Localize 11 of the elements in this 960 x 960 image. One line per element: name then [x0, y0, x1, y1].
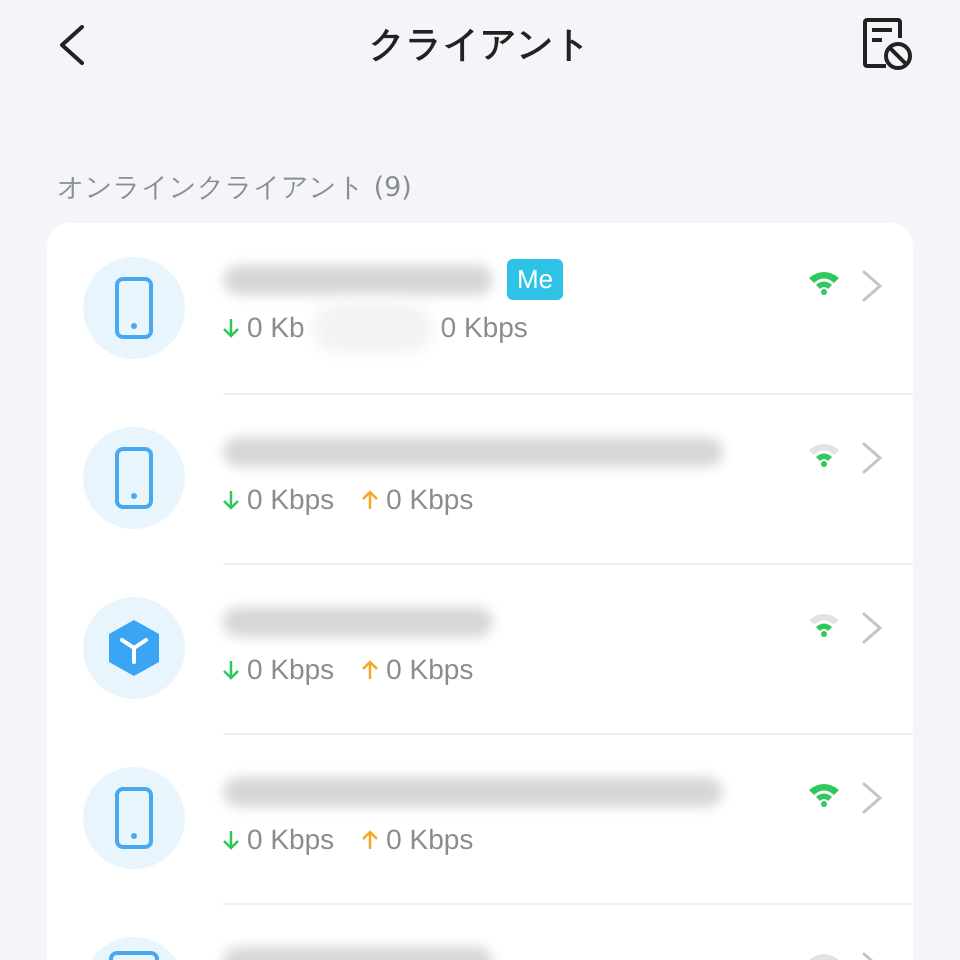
upload-speed: 0 Kbps	[440, 310, 528, 345]
page-title: クライアント	[369, 23, 591, 67]
download-speed: 0 Kbps	[247, 652, 334, 687]
download-speed: 0 Kbps	[247, 822, 334, 857]
upload-speed: 0 Kbps	[386, 482, 474, 517]
section-label: オンラインクライアント (9)	[57, 172, 412, 203]
download-speed: 0 Kbps	[247, 482, 334, 517]
upload-speed: 0 Kbps	[386, 652, 474, 687]
upload-speed: 0 Kbps	[386, 822, 474, 857]
download-speed: 0 Kb	[247, 310, 305, 344]
me-badge: Me	[507, 259, 564, 300]
